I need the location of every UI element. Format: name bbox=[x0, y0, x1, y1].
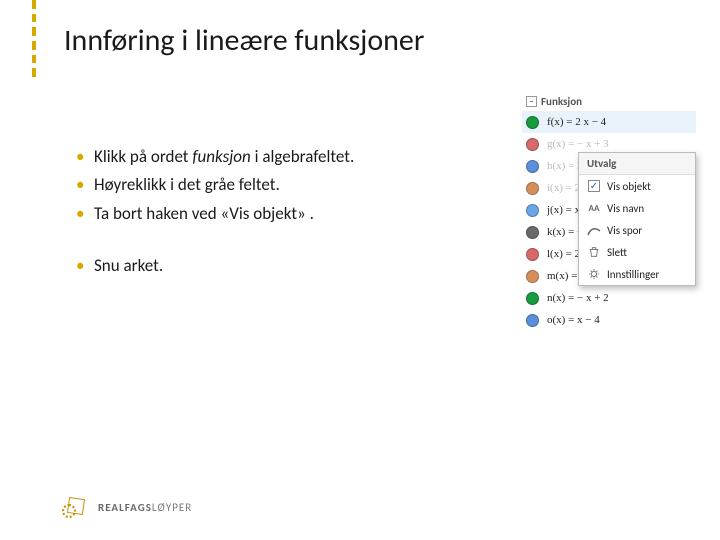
accent-rail bbox=[32, 0, 36, 82]
function-label: o(x) = x − 4 bbox=[547, 314, 600, 326]
menu-label: Innstillinger bbox=[607, 268, 659, 281]
color-dot bbox=[526, 204, 539, 217]
aa-icon: AA bbox=[587, 201, 601, 215]
color-dot bbox=[526, 248, 539, 261]
text: Klikk på ordet bbox=[94, 146, 192, 167]
function-label: f(x) = 2 x − 4 bbox=[547, 116, 606, 128]
menu-item-innstillinger[interactable]: Innstillinger bbox=[579, 263, 695, 285]
brand-a: REALFAGS bbox=[98, 501, 152, 514]
logo-text: REALFAGSLØYPER bbox=[98, 501, 192, 514]
text-italic: funksjon bbox=[192, 146, 250, 167]
text: i algebrafeltet. bbox=[251, 146, 355, 167]
trace-icon bbox=[587, 223, 601, 237]
color-dot bbox=[526, 160, 539, 173]
color-dot bbox=[526, 314, 539, 327]
text: Høyreklikk i det gråe feltet. bbox=[94, 174, 280, 195]
bullet-item: Klikk på ordet funksjon i algebrafeltet. bbox=[76, 144, 456, 170]
context-menu: Utvalg ✓ Vis objekt AA Vis navn Vis spor… bbox=[578, 152, 696, 286]
panel-header[interactable]: – Funksjon bbox=[522, 92, 696, 111]
menu-label: Vis navn bbox=[607, 202, 644, 215]
menu-item-vis-spor[interactable]: Vis spor bbox=[579, 219, 695, 241]
function-label: n(x) = − x + 2 bbox=[547, 292, 609, 304]
menu-label: Vis spor bbox=[607, 224, 642, 237]
menu-item-vis-objekt[interactable]: ✓ Vis objekt bbox=[579, 175, 695, 197]
bullet-item: Snu arket. bbox=[76, 253, 456, 279]
color-dot bbox=[526, 226, 539, 239]
function-row[interactable]: o(x) = x − 4 bbox=[522, 309, 696, 331]
menu-label: Slett bbox=[607, 246, 627, 259]
checkbox-icon: ✓ bbox=[587, 179, 601, 193]
color-dot bbox=[526, 182, 539, 195]
text: Ta bort haken ved «Vis objekt» . bbox=[94, 203, 314, 224]
color-dot bbox=[526, 116, 539, 129]
function-row[interactable]: f(x) = 2 x − 4 bbox=[522, 111, 696, 133]
color-dot bbox=[526, 138, 539, 151]
trash-icon bbox=[587, 245, 601, 259]
menu-item-vis-navn[interactable]: AA Vis navn bbox=[579, 197, 695, 219]
panel-title: Funksjon bbox=[541, 95, 582, 108]
bullet-item: Ta bort haken ved «Vis objekt» . bbox=[76, 201, 456, 227]
menu-label: Vis objekt bbox=[607, 180, 651, 193]
function-label: g(x) = − x + 3 bbox=[547, 138, 609, 150]
bullet-list: Klikk på ordet funksjon i algebrafeltet.… bbox=[76, 144, 456, 281]
color-dot bbox=[526, 292, 539, 305]
page-title: Innføring i lineære funksjoner bbox=[64, 22, 424, 59]
text: Snu arket. bbox=[94, 255, 163, 276]
menu-title: Utvalg bbox=[579, 153, 695, 175]
algebra-panel: – Funksjon f(x) = 2 x − 4 g(x) = − x + 3… bbox=[522, 92, 696, 331]
collapse-toggle[interactable]: – bbox=[526, 96, 537, 107]
function-row[interactable]: n(x) = − x + 2 bbox=[522, 287, 696, 309]
bullet-item: Høyreklikk i det gråe feltet. bbox=[76, 172, 456, 198]
menu-item-slett[interactable]: Slett bbox=[579, 241, 695, 263]
footer-logo: REALFAGSLØYPER bbox=[62, 496, 192, 518]
color-dot bbox=[526, 270, 539, 283]
logo-mark-icon bbox=[62, 496, 90, 518]
brand-b: LØYPER bbox=[152, 501, 192, 514]
gear-icon bbox=[587, 267, 601, 281]
